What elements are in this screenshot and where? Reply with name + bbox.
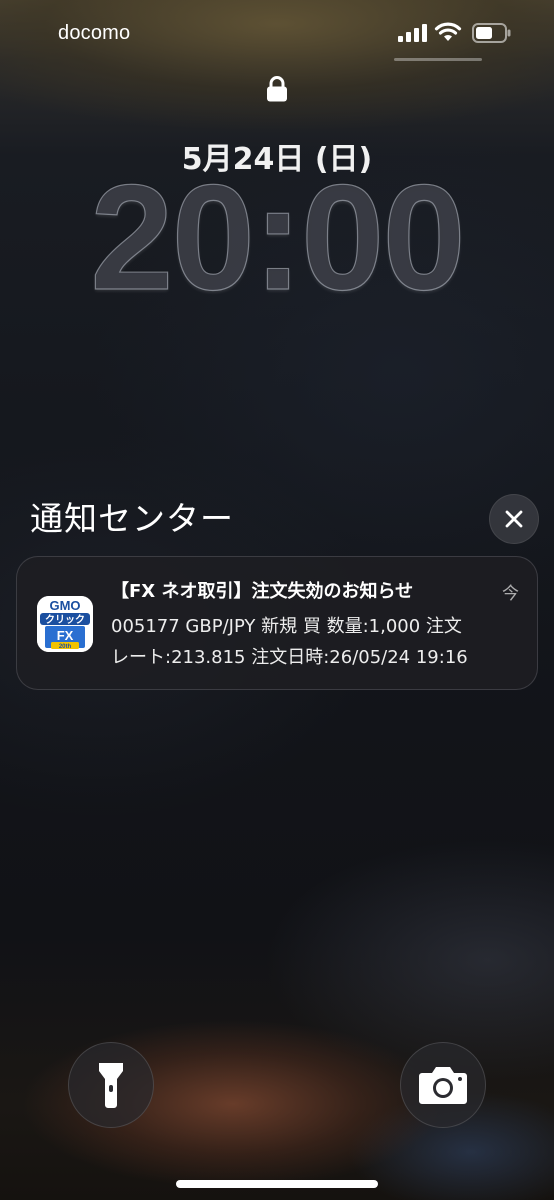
app-icon-line1: クリック bbox=[45, 614, 85, 626]
app-icon-badge: 20th bbox=[59, 644, 72, 650]
app-icon-line2: FX bbox=[57, 628, 74, 643]
home-indicator[interactable] bbox=[176, 1180, 378, 1188]
battery-icon bbox=[472, 23, 512, 47]
status-bar: docomo bbox=[0, 0, 554, 64]
notification-title: 【FX ネオ取引】注文失効のお知らせ bbox=[111, 581, 414, 602]
lock-screen-time: 20:00 bbox=[90, 153, 467, 321]
flashlight-icon bbox=[99, 1063, 123, 1108]
wifi-icon bbox=[434, 22, 462, 46]
notification-card[interactable]: GMO クリック FX 20th 【FX ネオ取引】注文失効のお知らせ 今 00… bbox=[16, 556, 538, 690]
camera-icon bbox=[419, 1067, 467, 1104]
signal-icon bbox=[398, 24, 428, 46]
flashlight-button[interactable] bbox=[68, 1042, 154, 1128]
clear-notifications-button[interactable] bbox=[489, 494, 539, 544]
notification-center-title: 通知センター bbox=[30, 499, 234, 538]
control-center-handle[interactable] bbox=[394, 58, 482, 61]
carrier-name: docomo bbox=[58, 22, 131, 44]
lock-icon bbox=[266, 76, 288, 106]
camera-button[interactable] bbox=[400, 1042, 486, 1128]
close-icon bbox=[505, 510, 523, 528]
notification-time: 今 bbox=[502, 584, 519, 604]
gmo-click-fx-app-icon: GMO クリック FX 20th bbox=[37, 596, 93, 652]
app-icon-brand: GMO bbox=[49, 598, 80, 613]
notification-body: 005177 GBP/JPY 新規 買 数量:1,000 注文 レート:213.… bbox=[111, 611, 523, 673]
notification-body-line1: 005177 GBP/JPY 新規 買 数量:1,000 注文 bbox=[111, 616, 462, 637]
notification-body-line2: レート:213.815 注文日時:26/05/24 19:16 bbox=[111, 647, 468, 668]
